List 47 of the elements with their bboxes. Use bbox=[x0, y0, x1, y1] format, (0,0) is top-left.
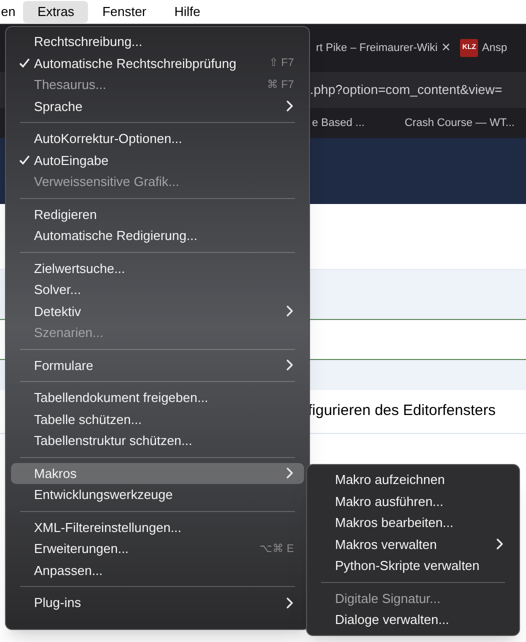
menu-item[interactable]: Tabellenstruktur schützen... bbox=[11, 430, 304, 452]
close-icon[interactable]: × bbox=[442, 36, 450, 60]
chevron-right-icon bbox=[286, 305, 294, 318]
menu-item[interactable]: Detektiv bbox=[11, 300, 304, 322]
menu-bar-item[interactable]: en bbox=[0, 0, 24, 22]
menu-item[interactable]: Erweiterungen... ⌥⌘ E bbox=[11, 538, 304, 560]
menu-item[interactable]: Makros verwalten bbox=[312, 534, 514, 555]
chevron-right-icon bbox=[286, 596, 294, 609]
menu-bar-item[interactable]: Fenster bbox=[88, 0, 160, 22]
menu-item[interactable]: Formulare bbox=[11, 354, 304, 376]
browser-tab[interactable]: rt Pike – Freimaurer-Wiki × bbox=[316, 36, 450, 60]
menu-item[interactable]: Automatische Rechtschreibprüfung ⇧ F7 bbox=[11, 52, 304, 74]
menu-item[interactable]: Redigieren bbox=[11, 204, 304, 225]
menu-bar-item[interactable]: Hilfe bbox=[160, 0, 214, 22]
menu-item[interactable]: Entwicklungswerkzeuge bbox=[11, 484, 304, 506]
menu-item[interactable]: Automatische Redigierung... bbox=[11, 225, 304, 246]
menu-item[interactable]: Tabelle schützen... bbox=[11, 408, 304, 430]
menu-item[interactable]: Sprache bbox=[11, 96, 304, 117]
page-text: figurieren des Editorfensters bbox=[308, 401, 496, 422]
menu-item[interactable]: Dialoge verwalten... bbox=[312, 609, 514, 630]
menu-item[interactable]: XML-Filtereinstellungen... bbox=[11, 516, 304, 538]
chevron-right-icon bbox=[496, 538, 504, 550]
shortcut-label: ⇧ F7 bbox=[269, 56, 294, 71]
menu-item[interactable]: Anpassen... bbox=[11, 560, 304, 581]
menu-item[interactable]: AutoEingabe bbox=[11, 150, 304, 171]
chevron-right-icon bbox=[286, 359, 294, 372]
menu-item[interactable]: Makros bearbeiten... bbox=[312, 512, 514, 534]
menu-item[interactable]: Tabellendokument freigeben... bbox=[11, 387, 304, 408]
bookmark-link[interactable]: Crash Course — WT... bbox=[404, 114, 515, 132]
menu-item[interactable]: Makro aufzeichnen bbox=[312, 469, 514, 490]
menu-item[interactable]: AutoKorrektur-Optionen... bbox=[11, 128, 304, 150]
menu-item[interactable]: Plug-ins bbox=[11, 592, 304, 614]
menu-item[interactable]: Python-Skripte verwalten bbox=[312, 555, 514, 576]
menu-item[interactable]: Zielwertsuche... bbox=[11, 258, 304, 279]
menu-item[interactable]: Solver... bbox=[11, 279, 304, 300]
checkmark-icon bbox=[19, 58, 30, 68]
menu-item[interactable]: Rechtschreibung... bbox=[11, 31, 304, 52]
menu-item[interactable]: Makros bbox=[11, 462, 304, 484]
bookmark-link[interactable]: e Based ... bbox=[312, 114, 365, 132]
checkmark-icon bbox=[19, 155, 30, 166]
chevron-right-icon bbox=[286, 467, 294, 480]
menu-item[interactable]: Makro ausführen... bbox=[312, 490, 514, 512]
shortcut-label: ⌘ F7 bbox=[267, 78, 294, 92]
address-field[interactable]: .php?option=com_content&view= bbox=[310, 80, 502, 100]
menu-bar-item[interactable]: Extras bbox=[23, 0, 88, 22]
shortcut-label: ⌥⌘ E bbox=[260, 542, 294, 556]
chevron-right-icon bbox=[286, 100, 294, 112]
